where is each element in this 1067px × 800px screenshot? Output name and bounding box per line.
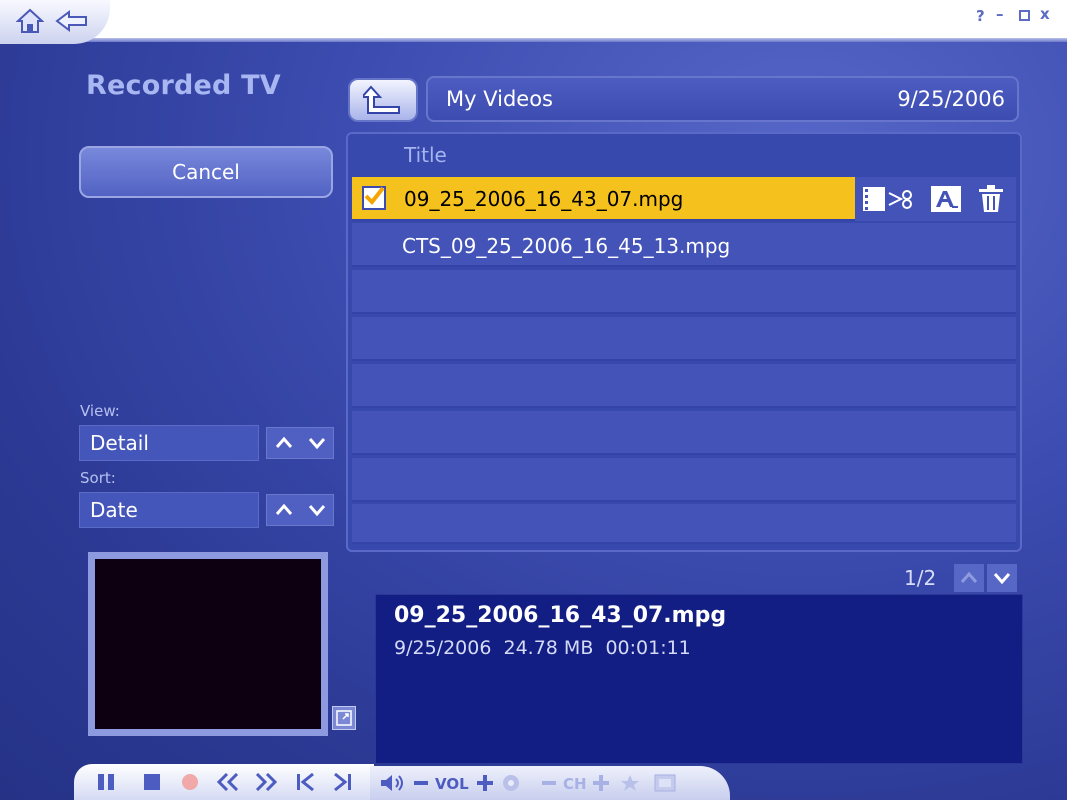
home-icon[interactable] bbox=[14, 6, 46, 36]
record-icon[interactable] bbox=[178, 770, 202, 794]
list-item[interactable]: 09_25_2006_16_43_07.mpg bbox=[352, 177, 855, 221]
sort-up-arrow-icon[interactable] bbox=[274, 502, 294, 518]
up-arrow-icon bbox=[363, 85, 400, 114]
help-icon[interactable]: ? bbox=[976, 7, 985, 25]
skip-back-icon[interactable] bbox=[294, 770, 318, 794]
checkmark-icon bbox=[364, 186, 385, 206]
skip-forward-icon[interactable] bbox=[330, 770, 354, 794]
edit-video-icon[interactable] bbox=[861, 185, 917, 213]
cancel-button-label: Cancel bbox=[172, 160, 240, 184]
favorite-icon[interactable] bbox=[618, 772, 642, 794]
rename-icon[interactable] bbox=[931, 186, 961, 212]
view-down-arrow-icon[interactable] bbox=[307, 435, 327, 451]
list-item-empty bbox=[352, 317, 1016, 361]
row-actions bbox=[855, 177, 1016, 221]
page-up-icon[interactable] bbox=[954, 564, 984, 592]
view-selector[interactable]: Detail bbox=[79, 425, 259, 461]
volume-down-icon[interactable] bbox=[412, 772, 430, 794]
sort-selector[interactable]: Date bbox=[79, 492, 259, 528]
page-title: Recorded TV bbox=[86, 70, 281, 101]
channel-label: CH bbox=[563, 775, 587, 793]
title-bar bbox=[0, 0, 1067, 40]
view-up-arrow-icon[interactable] bbox=[274, 435, 294, 451]
page-indicator: 1/2 bbox=[904, 566, 937, 590]
list-item-empty bbox=[352, 270, 1016, 314]
checkbox-checked[interactable] bbox=[362, 186, 386, 210]
path-bar: My Videos 9/25/2006 bbox=[426, 76, 1019, 122]
list-item-label: CTS_09_25_2006_16_45_13.mpg bbox=[402, 234, 731, 258]
page-down-icon[interactable] bbox=[987, 564, 1017, 592]
details-filename: 09_25_2006_16_43_07.mpg bbox=[394, 603, 727, 628]
folder-date: 9/25/2006 bbox=[897, 87, 1005, 111]
close-icon[interactable]: x bbox=[1040, 5, 1050, 23]
list-item-empty bbox=[352, 504, 1016, 544]
view-value: Detail bbox=[90, 431, 149, 455]
disc-icon[interactable] bbox=[500, 772, 522, 794]
view-label: View: bbox=[80, 402, 120, 420]
up-folder-button[interactable] bbox=[348, 78, 418, 122]
rewind-icon[interactable] bbox=[214, 770, 242, 794]
minimize-icon[interactable]: – bbox=[996, 5, 1004, 23]
channel-up-icon[interactable] bbox=[590, 772, 612, 794]
guide-icon[interactable] bbox=[652, 772, 678, 794]
title-bar-border bbox=[0, 38, 1067, 42]
sort-value: Date bbox=[90, 498, 138, 522]
view-arrows bbox=[266, 427, 334, 459]
column-header-title[interactable]: Title bbox=[404, 143, 447, 167]
volume-label: VOL bbox=[435, 775, 469, 793]
list-item-empty bbox=[352, 364, 1016, 408]
preview-screen bbox=[95, 559, 321, 729]
sort-arrows bbox=[266, 494, 334, 526]
pause-icon[interactable] bbox=[94, 770, 118, 794]
details-meta: 9/25/2006 24.78 MB 00:01:11 bbox=[394, 637, 691, 659]
list-item-empty bbox=[352, 458, 1016, 502]
list-item[interactable]: CTS_09_25_2006_16_45_13.mpg bbox=[352, 223, 1016, 267]
list-item-empty bbox=[352, 411, 1016, 455]
back-icon[interactable] bbox=[54, 8, 90, 34]
sort-down-arrow-icon[interactable] bbox=[307, 502, 327, 518]
stop-icon[interactable] bbox=[140, 770, 164, 794]
fullscreen-icon[interactable] bbox=[332, 706, 356, 730]
channel-down-icon[interactable] bbox=[540, 772, 558, 794]
mute-icon[interactable] bbox=[378, 772, 406, 794]
folder-name: My Videos bbox=[446, 87, 553, 111]
fast-forward-icon[interactable] bbox=[252, 770, 280, 794]
list-item-label: 09_25_2006_16_43_07.mpg bbox=[404, 187, 684, 211]
details-panel: 09_25_2006_16_43_07.mpg 9/25/2006 24.78 … bbox=[375, 594, 1023, 764]
sort-label: Sort: bbox=[80, 469, 116, 487]
cancel-button[interactable]: Cancel bbox=[79, 146, 333, 198]
video-preview[interactable] bbox=[88, 552, 328, 736]
maximize-icon[interactable] bbox=[1019, 10, 1030, 21]
delete-icon[interactable] bbox=[975, 183, 1007, 215]
volume-up-icon[interactable] bbox=[474, 772, 496, 794]
